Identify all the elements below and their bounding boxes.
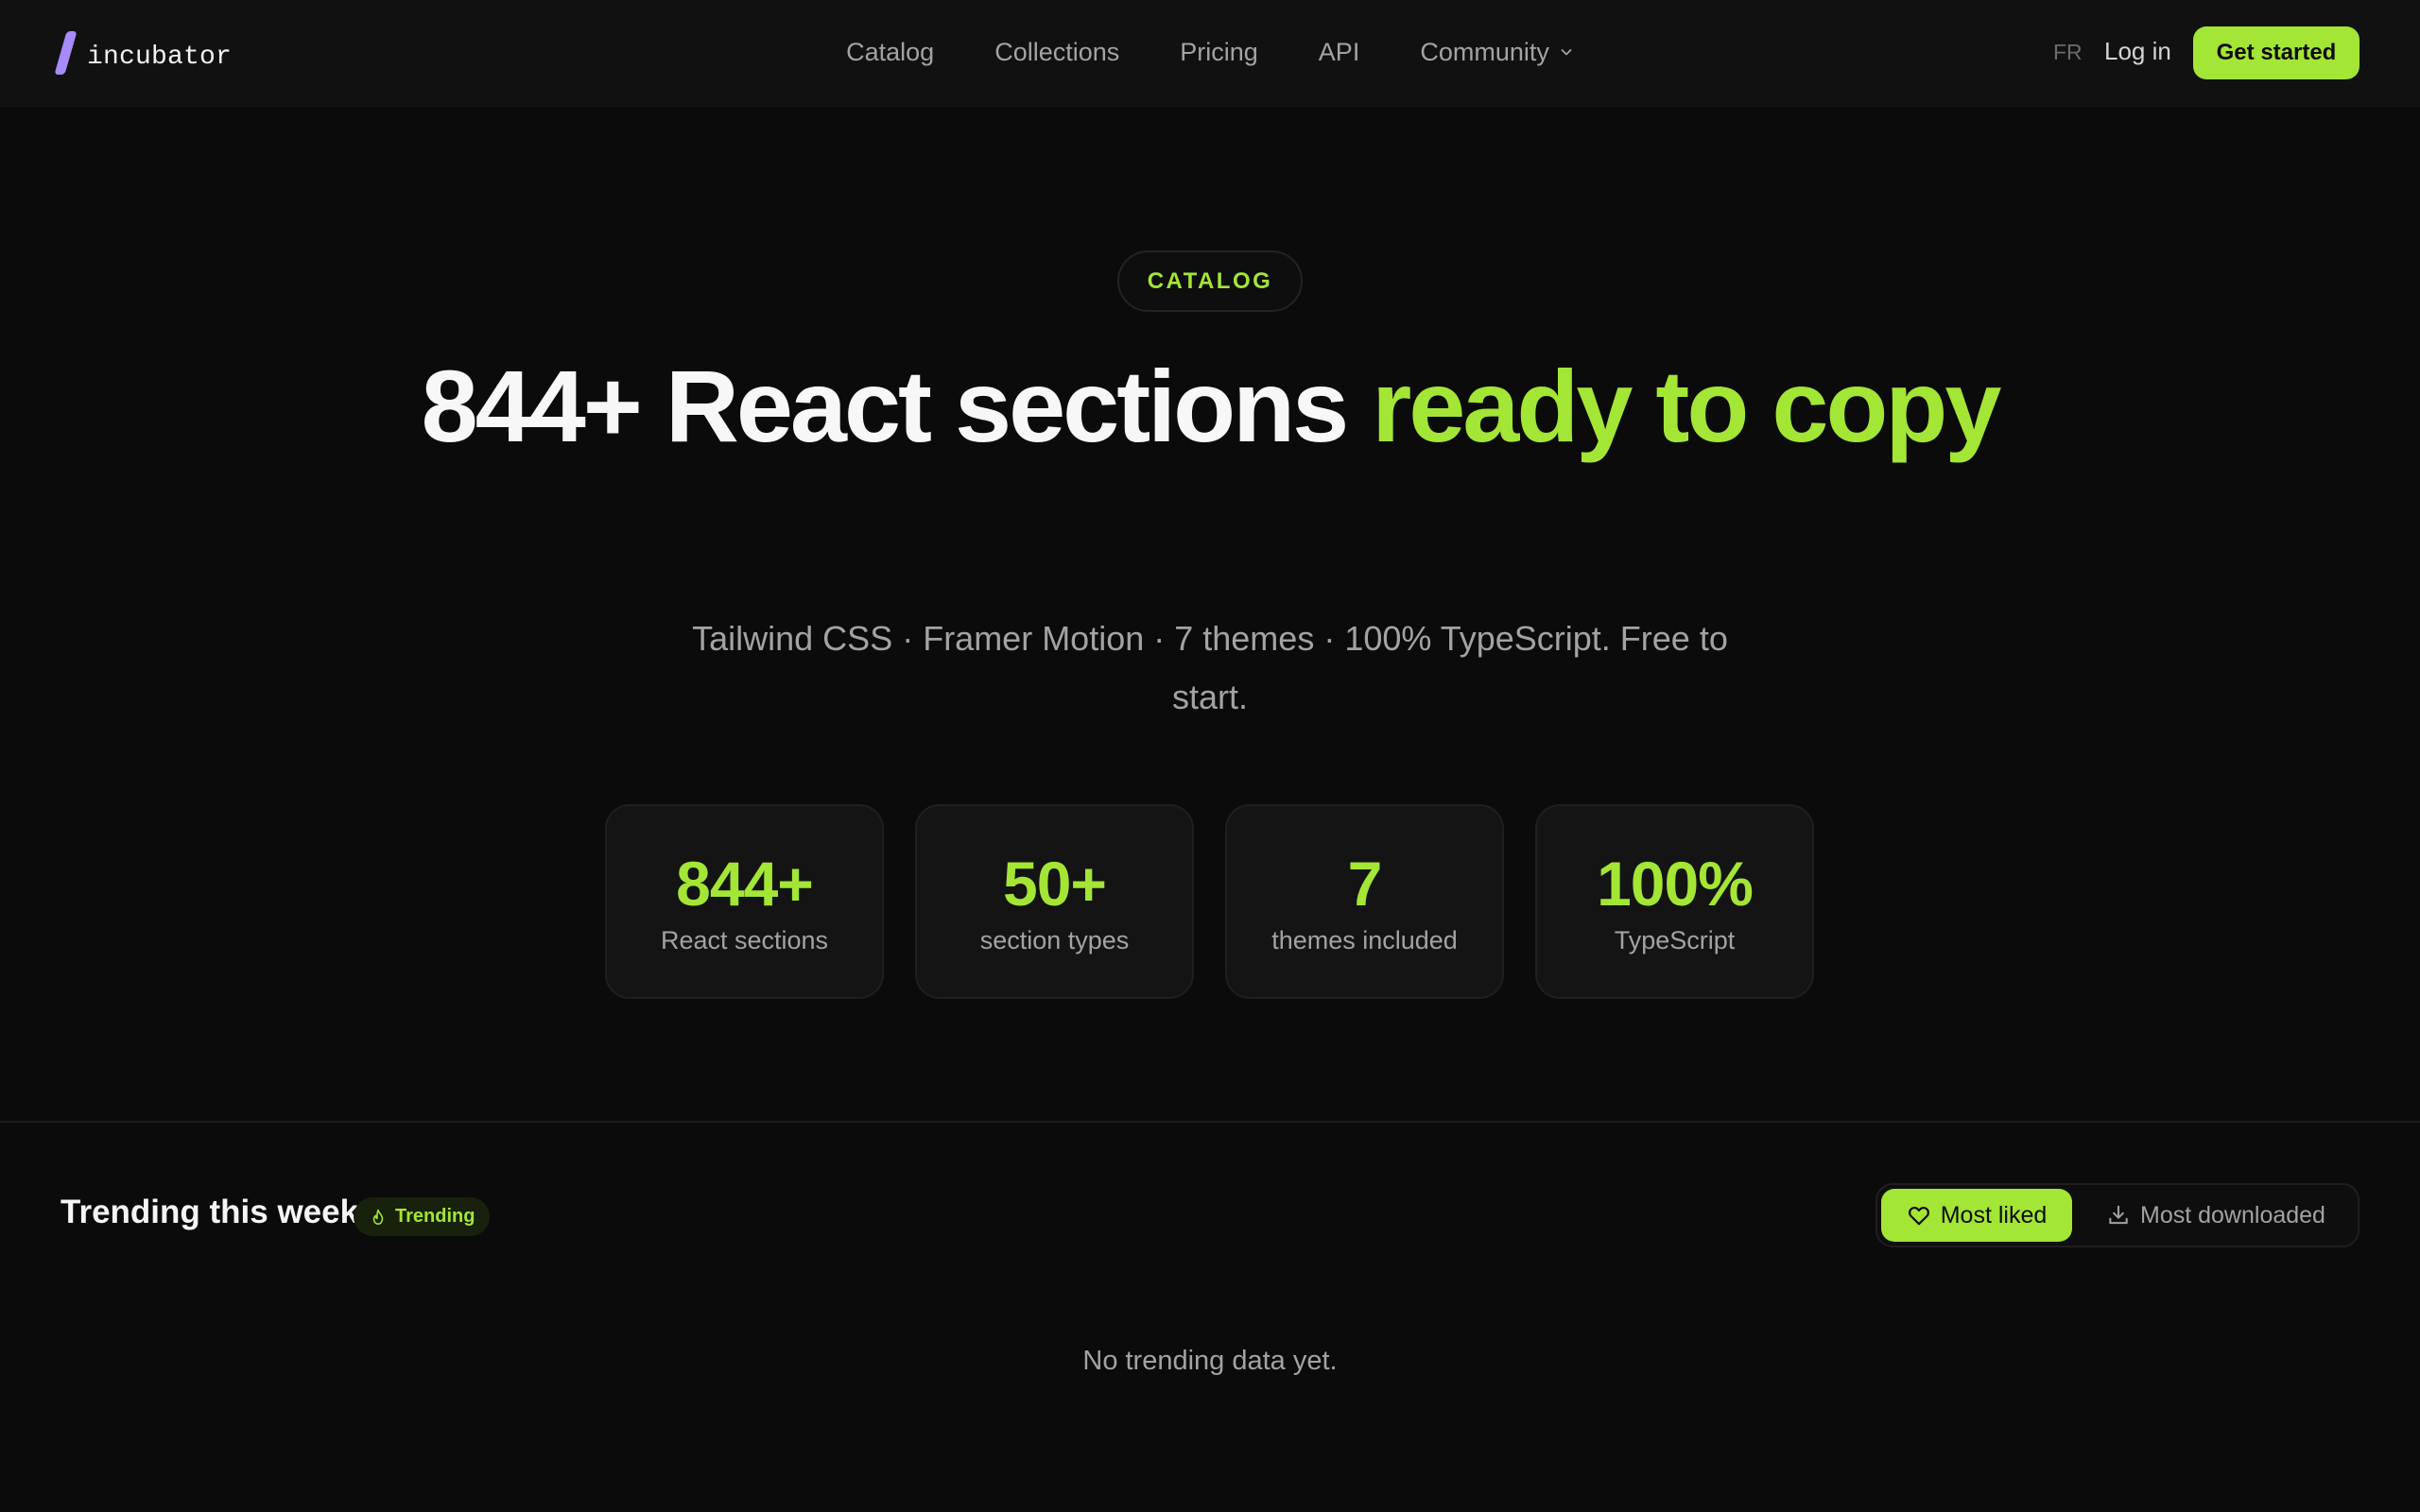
most-liked-tab[interactable]: Most liked <box>1881 1189 2072 1242</box>
nav-item-community[interactable]: Community <box>1420 38 1574 67</box>
hero-title-main: 844+ React sections <box>421 349 1373 463</box>
stat-label: section types <box>979 925 1130 954</box>
stat-value: 844+ <box>676 848 814 919</box>
chevron-down-icon <box>1561 49 1572 56</box>
hero-subtitle: Tailwind CSS · Framer Motion · 7 themes … <box>692 619 1728 716</box>
trending-badge: Trending <box>354 1197 491 1236</box>
stat-card: 7 themes included <box>1225 804 1504 999</box>
stat-card: 100% TypeScript <box>1535 804 1814 999</box>
nav-item-catalog[interactable]: Catalog <box>846 38 934 67</box>
language-switch[interactable]: FR <box>2053 40 2083 65</box>
stat-value: 100% <box>1597 848 1754 919</box>
trending-badge-label: Trending <box>395 1206 475 1227</box>
nav-item-community-label: Community <box>1420 37 1549 66</box>
nav-item-collections[interactable]: Collections <box>994 38 1119 67</box>
flame-icon <box>372 1209 384 1225</box>
stat-label: TypeScript <box>1614 925 1736 954</box>
stat-label: React sections <box>660 925 829 954</box>
stat-card: 50+ section types <box>915 804 1194 999</box>
logo-text: incubator <box>87 42 233 72</box>
most-downloaded-label: Most downloaded <box>2140 1201 2325 1228</box>
most-liked-label: Most liked <box>1940 1201 2048 1228</box>
stat-label: themes included <box>1271 925 1458 954</box>
nav-item-pricing[interactable]: Pricing <box>1180 38 1258 67</box>
get-started-button[interactable]: Get started <box>2193 26 2360 79</box>
most-downloaded-tab[interactable]: Most downloaded <box>2083 1189 2348 1242</box>
heart-icon <box>1908 1206 1929 1226</box>
hero-title: 844+ React sections ready to copy <box>359 350 2061 463</box>
catalog-badge: CATALOG <box>1117 250 1303 312</box>
logo-mark-icon <box>54 31 78 75</box>
logo[interactable]: incubator <box>54 28 233 77</box>
site-header: incubator Catalog Collections Pricing AP… <box>0 0 2420 107</box>
stat-value: 7 <box>1347 848 1383 919</box>
stats-row: 844+ React sections 50+ section types 7 … <box>605 804 1814 999</box>
stat-value: 50+ <box>1003 848 1107 919</box>
nav-item-api[interactable]: API <box>1319 38 1360 67</box>
trending-title: Trending this week <box>60 1194 359 1230</box>
download-icon <box>2109 1205 2128 1225</box>
section-divider <box>0 1121 2420 1123</box>
empty-state-message: No trending data yet. <box>1082 1346 1338 1376</box>
trending-sort-toggle: Most liked Most downloaded <box>1876 1183 2360 1247</box>
login-link[interactable]: Log in <box>2104 37 2171 66</box>
hero-title-accent: ready to copy <box>1372 349 2001 463</box>
stat-card: 844+ React sections <box>605 804 884 999</box>
